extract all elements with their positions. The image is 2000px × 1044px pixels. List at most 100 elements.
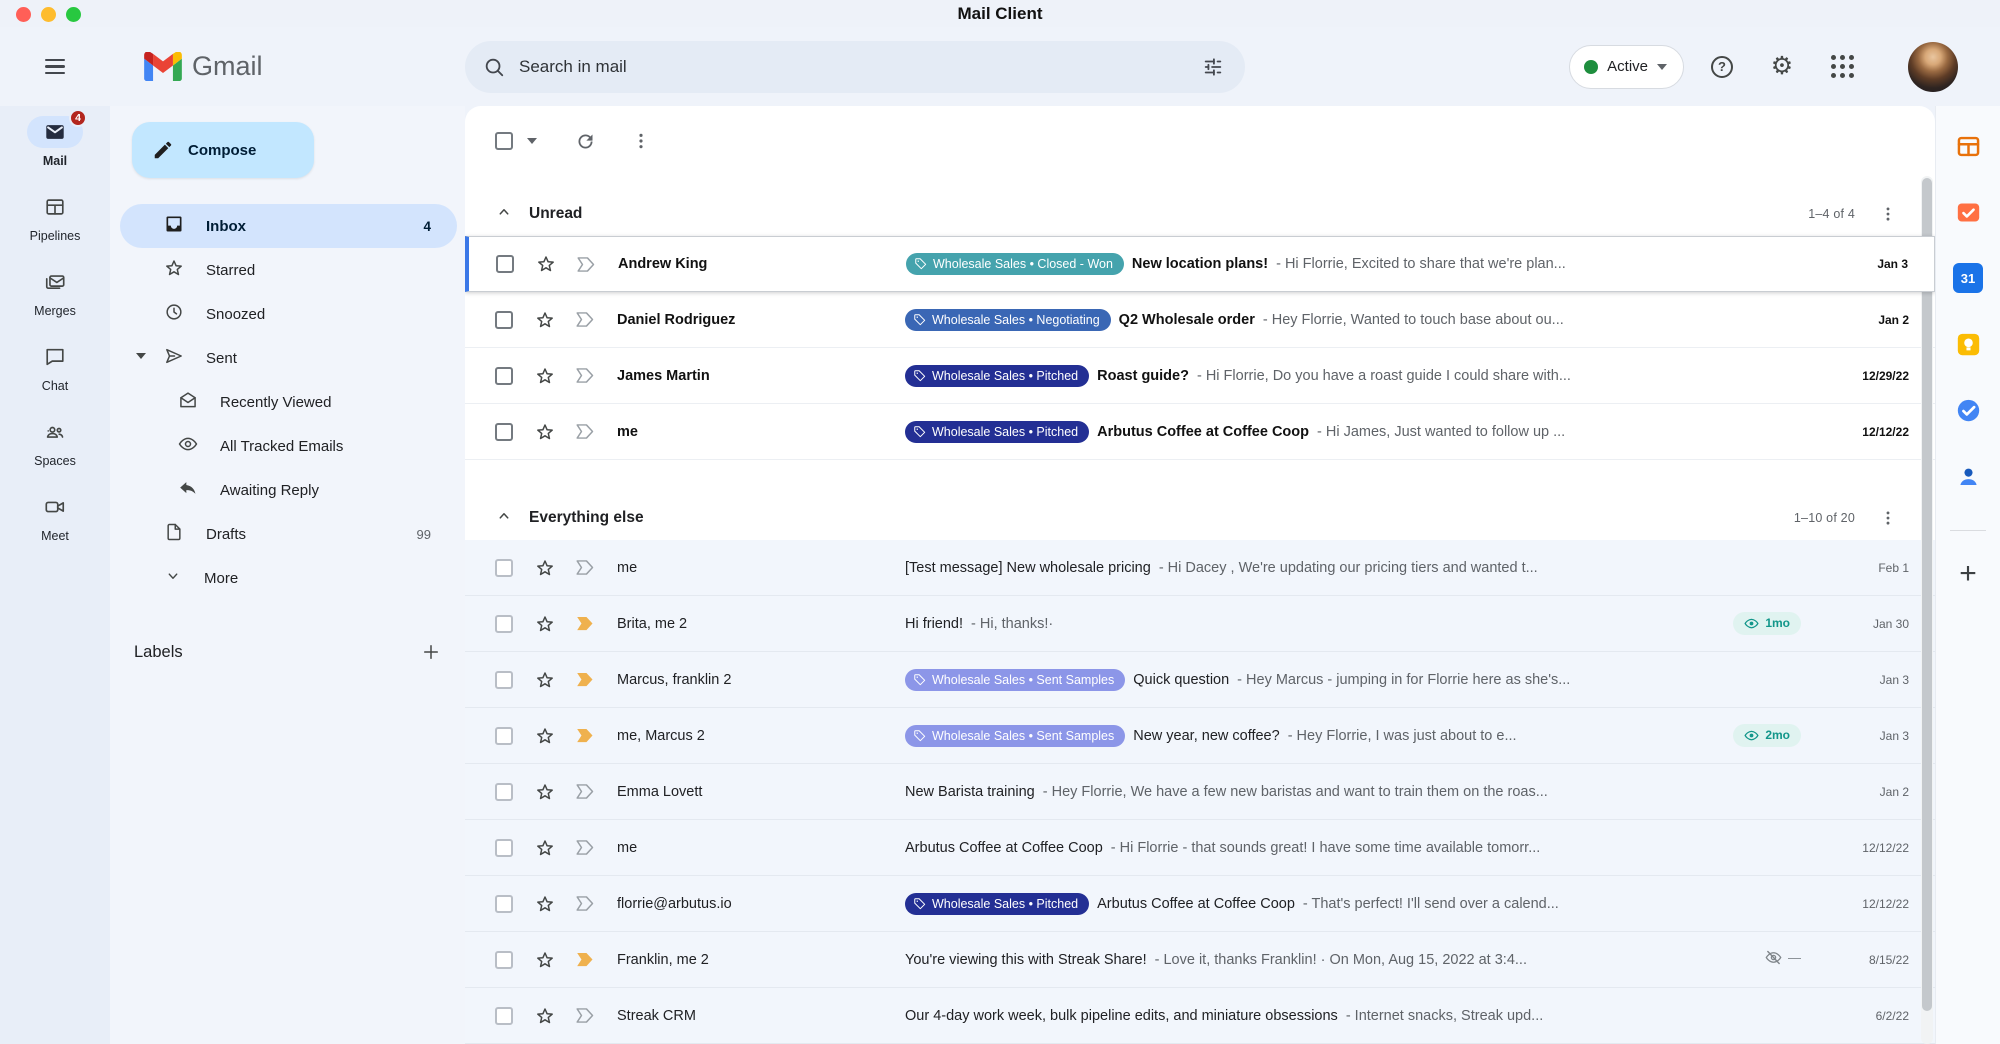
streak-pipeline-button[interactable] (575, 309, 597, 330)
rail-item-pipelines[interactable]: Pipelines (0, 191, 110, 243)
email-row[interactable]: me, Marcus 2Wholesale Sales • Sent Sampl… (465, 708, 1935, 764)
scrollbar-thumb[interactable] (1922, 178, 1932, 1011)
streak-pipeline-button[interactable] (575, 1005, 597, 1026)
star-button[interactable] (535, 614, 555, 634)
section-more-button[interactable] (1871, 197, 1905, 231)
email-row[interactable]: James MartinWholesale Sales • PitchedRoa… (465, 348, 1935, 404)
star-button[interactable] (535, 838, 555, 858)
sidebar-item-recently-viewed[interactable]: Recently Viewed (120, 380, 457, 424)
sidebar-item-starred[interactable]: Starred (120, 248, 457, 292)
pipeline-chip[interactable]: Wholesale Sales • Pitched (905, 893, 1089, 915)
row-checkbox[interactable] (495, 727, 513, 745)
sidebar-item-awaiting-reply[interactable]: Awaiting Reply (120, 468, 457, 512)
row-checkbox[interactable] (496, 255, 514, 273)
search-options-button[interactable] (1191, 45, 1235, 89)
star-button[interactable] (535, 782, 555, 802)
row-checkbox[interactable] (495, 559, 513, 577)
email-row[interactable]: me[Test message] New wholesale pricing -… (465, 540, 1935, 596)
star-button[interactable] (535, 894, 555, 914)
get-addons-button[interactable]: + (1959, 559, 1977, 589)
section-more-button[interactable] (1871, 501, 1905, 535)
email-row[interactable]: meWholesale Sales • PitchedArbutus Coffe… (465, 404, 1935, 460)
pipeline-chip[interactable]: Wholesale Sales • Closed - Won (906, 253, 1124, 275)
sidebar-item-inbox[interactable]: Inbox4 (120, 204, 457, 248)
streak-pipeline-button[interactable] (575, 949, 597, 970)
email-row[interactable]: Daniel RodriguezWholesale Sales • Negoti… (465, 292, 1935, 348)
sidebar-item-drafts[interactable]: Drafts99 (120, 512, 457, 556)
rail-item-chat[interactable]: Chat (0, 341, 110, 393)
streak-pipeline-button[interactable] (575, 781, 597, 802)
streak-pipeline-button[interactable] (575, 613, 597, 634)
row-checkbox[interactable] (495, 1007, 513, 1025)
row-checkbox[interactable] (495, 367, 513, 385)
email-row[interactable]: Marcus, franklin 2Wholesale Sales • Sent… (465, 652, 1935, 708)
pipeline-chip[interactable]: Wholesale Sales • Pitched (905, 365, 1089, 387)
sidebar-item-all-tracked-emails[interactable]: All Tracked Emails (120, 424, 457, 468)
collapse-section-icon[interactable] (495, 507, 513, 530)
main-menu-button[interactable] (0, 55, 110, 79)
row-checkbox[interactable] (495, 783, 513, 801)
addon-google-contacts-button[interactable] (1948, 456, 1988, 496)
star-button[interactable] (535, 422, 555, 442)
rail-item-spaces[interactable]: Spaces (0, 416, 110, 468)
star-button[interactable] (535, 366, 555, 386)
row-checkbox[interactable] (495, 311, 513, 329)
rail-item-mail[interactable]: 4Mail (0, 116, 110, 168)
row-checkbox[interactable] (495, 895, 513, 913)
search-bar[interactable]: Search in mail (465, 41, 1245, 93)
google-apps-button[interactable] (1820, 45, 1864, 89)
addon-google-calendar-button[interactable]: 31 (1948, 258, 1988, 298)
sidebar-item-more[interactable]: More (120, 556, 457, 600)
streak-pipeline-button[interactable] (575, 669, 597, 690)
email-row[interactable]: meArbutus Coffee at Coffee Coop - Hi Flo… (465, 820, 1935, 876)
email-row[interactable]: Franklin, me 2You're viewing this with S… (465, 932, 1935, 988)
email-row[interactable]: Andrew KingWholesale Sales • Closed - Wo… (465, 236, 1935, 292)
row-checkbox[interactable] (495, 423, 513, 441)
streak-pipeline-button[interactable] (575, 893, 597, 914)
star-button[interactable] (535, 950, 555, 970)
star-button[interactable] (535, 1006, 555, 1026)
sidebar-item-snoozed[interactable]: Snoozed (120, 292, 457, 336)
star-button[interactable] (535, 558, 555, 578)
user-avatar[interactable] (1908, 42, 1958, 92)
star-button[interactable] (535, 310, 555, 330)
star-button[interactable] (535, 670, 555, 690)
pipeline-chip[interactable]: Wholesale Sales • Pitched (905, 421, 1089, 443)
refresh-button[interactable] (563, 119, 607, 163)
star-button[interactable] (535, 726, 555, 746)
settings-button[interactable]: ⚙ (1760, 45, 1804, 89)
status-dropdown[interactable]: Active (1569, 45, 1684, 89)
expand-caret-icon[interactable] (136, 353, 146, 359)
row-checkbox[interactable] (495, 615, 513, 633)
streak-pipeline-button[interactable] (575, 557, 597, 578)
addon-google-tasks-button[interactable] (1948, 390, 1988, 430)
streak-pipeline-button[interactable] (576, 254, 598, 275)
pipeline-chip[interactable]: Wholesale Sales • Negotiating (905, 309, 1111, 331)
addon-streak-email-tracking-button[interactable] (1948, 192, 1988, 232)
pipeline-chip[interactable]: Wholesale Sales • Sent Samples (905, 725, 1125, 747)
addon-streak-pipelines-button[interactable] (1948, 126, 1988, 166)
row-checkbox[interactable] (495, 951, 513, 969)
sidebar-item-sent[interactable]: Sent (120, 336, 457, 380)
create-label-button[interactable] (415, 636, 447, 668)
addon-google-keep-button[interactable] (1948, 324, 1988, 364)
select-all-checkbox[interactable] (495, 132, 513, 150)
pipeline-chip[interactable]: Wholesale Sales • Sent Samples (905, 669, 1125, 691)
rail-item-meet[interactable]: Meet (0, 491, 110, 543)
email-row[interactable]: Brita, me 2Hi friend! - Hi, thanks!·1moJ… (465, 596, 1935, 652)
email-row[interactable]: florrie@arbutus.ioWholesale Sales • Pitc… (465, 876, 1935, 932)
email-row[interactable]: Streak CRMOur 4-day work week, bulk pipe… (465, 988, 1935, 1044)
help-button[interactable]: ? (1700, 45, 1744, 89)
search-input[interactable]: Search in mail (519, 57, 1191, 77)
compose-button[interactable]: Compose (132, 122, 314, 178)
row-checkbox[interactable] (495, 839, 513, 857)
star-button[interactable] (536, 254, 556, 274)
list-scrollbar[interactable] (1921, 176, 1933, 1044)
more-options-button[interactable] (619, 119, 663, 163)
streak-pipeline-button[interactable] (575, 725, 597, 746)
row-checkbox[interactable] (495, 671, 513, 689)
streak-pipeline-button[interactable] (575, 365, 597, 386)
rail-item-merges[interactable]: Merges (0, 266, 110, 318)
collapse-section-icon[interactable] (495, 203, 513, 226)
streak-pipeline-button[interactable] (575, 421, 597, 442)
